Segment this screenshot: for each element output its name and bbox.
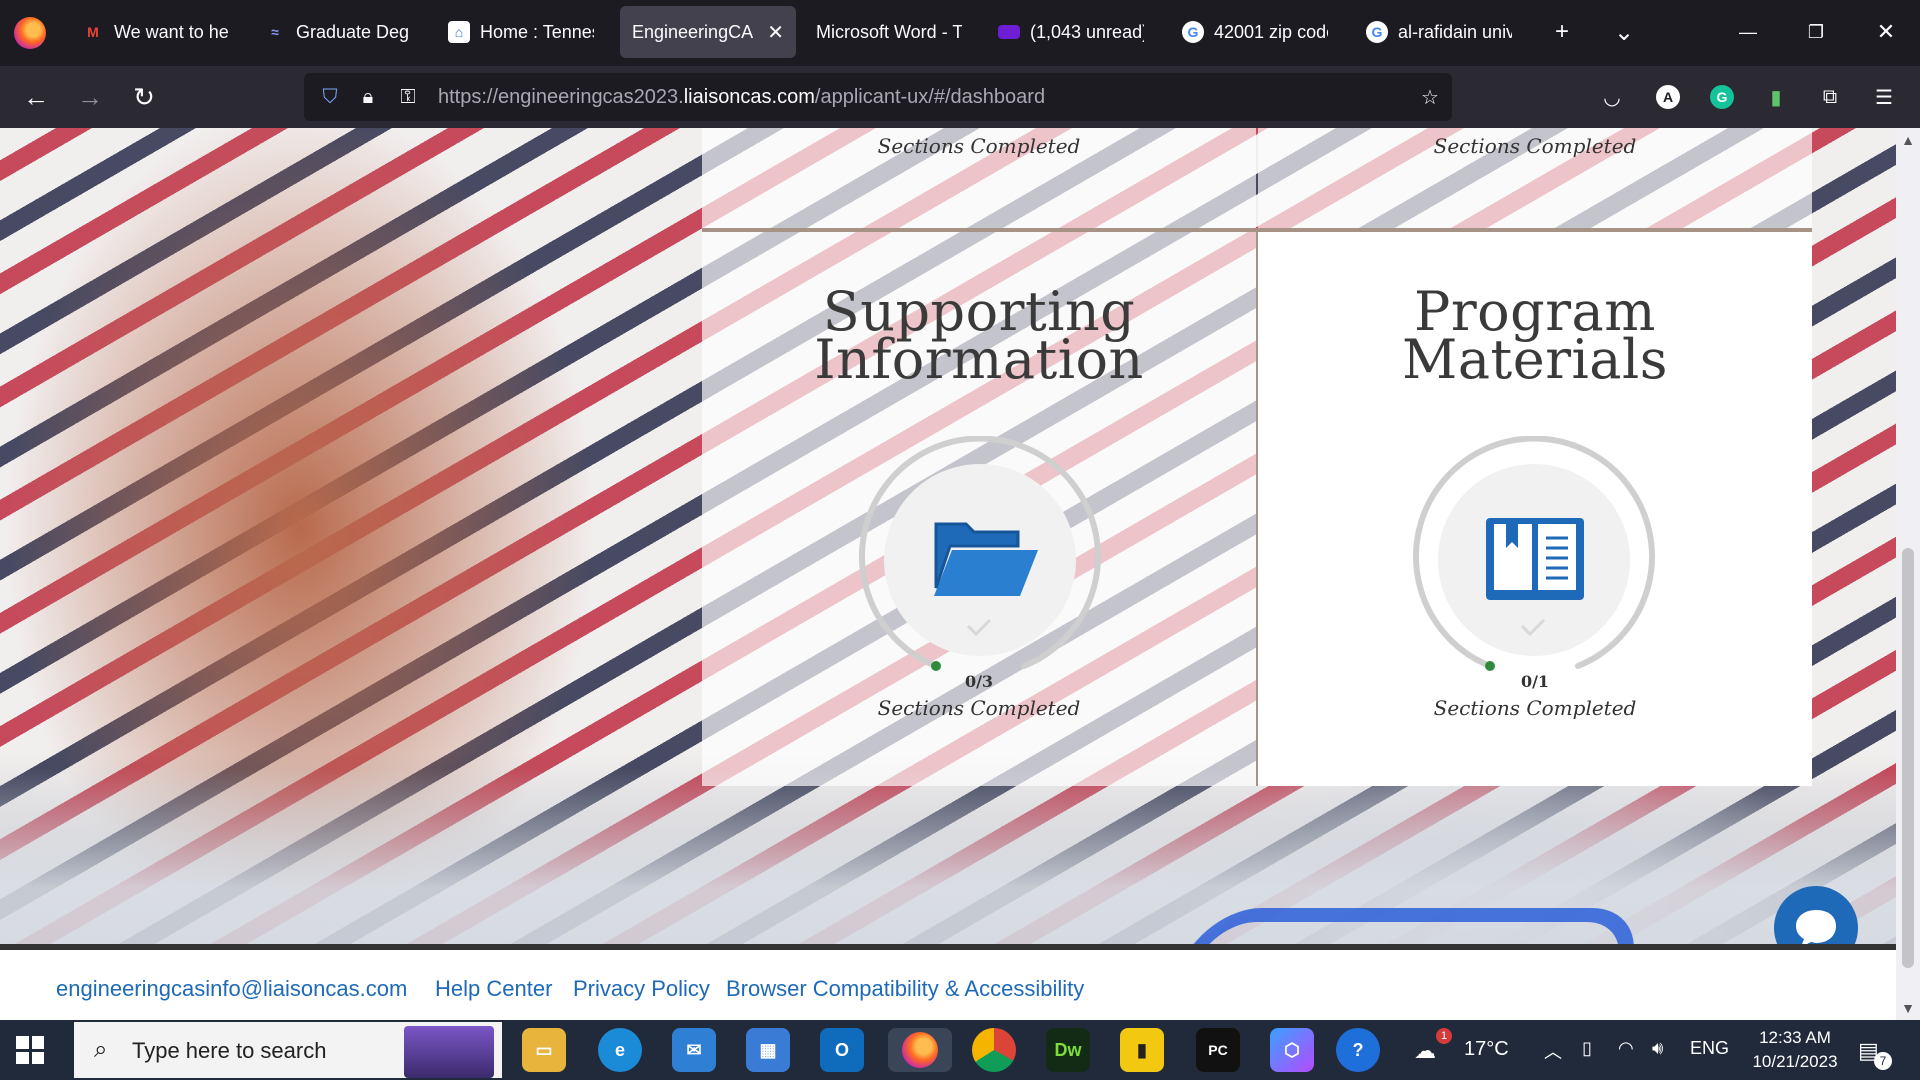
edge-icon[interactable]: e: [598, 1028, 642, 1072]
pocket-icon[interactable]: ◡: [1600, 85, 1624, 109]
progress-dot: [1485, 661, 1495, 671]
tab-gmail[interactable]: M We want to he: [70, 6, 240, 58]
chrome-icon[interactable]: [972, 1028, 1016, 1072]
google-icon: G: [1182, 21, 1204, 43]
card-title: Supporting Information: [814, 280, 1144, 391]
power-bi-icon[interactable]: ▮: [1120, 1028, 1164, 1072]
taskbar-clock[interactable]: 12:33 AM 10/21/2023: [1740, 1026, 1850, 1074]
yahoo-mail-icon: [998, 25, 1020, 39]
new-tab-icon[interactable]: +: [1544, 14, 1580, 50]
weather-temperature[interactable]: 17°C: [1464, 1038, 1509, 1061]
file-explorer-icon[interactable]: ▭: [522, 1028, 566, 1072]
restore-icon[interactable]: ❐: [1798, 14, 1834, 50]
windows-taskbar: ⌕ Type here to search ▭ e ✉ ▦ O Dw ▮ PC …: [0, 1020, 1920, 1080]
top-card-right[interactable]: Sections Completed: [1258, 128, 1812, 228]
tab-list-chevron-icon[interactable]: ⌄: [1606, 14, 1642, 50]
scroll-down-arrow-icon[interactable]: ▼: [1896, 996, 1920, 1020]
help-center-link[interactable]: Help Center: [435, 976, 552, 1002]
minimize-icon[interactable]: —: [1730, 14, 1766, 50]
language-indicator[interactable]: ENG: [1690, 1038, 1729, 1059]
google-icon: G: [1366, 21, 1388, 43]
scroll-up-arrow-icon[interactable]: ▲: [1896, 128, 1920, 152]
search-icon: ⌕: [94, 1036, 108, 1063]
browser-compatibility-link[interactable]: Browser Compatibility & Accessibility: [726, 976, 1084, 1002]
tab-engineeringcas[interactable]: EngineeringCAS ✕: [620, 6, 796, 58]
chat-bubble-icon: [1796, 910, 1836, 947]
page-viewport: Sections Completed Sections Completed Su…: [0, 128, 1896, 1020]
volume-icon[interactable]: 🔊︎: [1652, 1038, 1663, 1059]
top-card-left[interactable]: Sections Completed: [702, 128, 1256, 228]
shield-icon[interactable]: ⛉: [318, 85, 342, 109]
extensions-puzzle-icon[interactable]: ⧉: [1818, 85, 1842, 109]
forward-arrow-icon[interactable]: →: [72, 79, 108, 115]
url-text[interactable]: https://engineeringcas2023.liaisoncas.co…: [438, 86, 1045, 109]
wifi-icon[interactable]: ◠: [1618, 1038, 1634, 1059]
gmail-icon: M: [87, 24, 99, 40]
app-hexagon-icon[interactable]: ⬡: [1270, 1028, 1314, 1072]
browser-tab-bar: M We want to he ≈ Graduate Degr ⌂ Home :…: [0, 0, 1920, 66]
university-icon: ≈: [271, 24, 279, 40]
scroll-thumb[interactable]: [1902, 548, 1914, 968]
tab-home-tennessee[interactable]: ⌂ Home : Tennes: [436, 6, 606, 58]
supporting-information-card[interactable]: Supporting Information 0/3 Sections Comp…: [702, 232, 1256, 786]
progress-dot: [931, 661, 941, 671]
sections-count: 0/3: [964, 672, 994, 691]
menu-hamburger-icon[interactable]: ☰: [1872, 85, 1896, 109]
tab-graduate-degree[interactable]: ≈ Graduate Degr: [252, 6, 422, 58]
support-email-link[interactable]: engineeringcasinfo@liaisoncas.com: [56, 976, 407, 1002]
house-icon: ⌂: [448, 21, 470, 43]
help-icon[interactable]: ?: [1336, 1028, 1380, 1072]
firefox-icon[interactable]: [14, 17, 46, 49]
sections-count: 0/1: [1520, 672, 1550, 691]
sections-completed-label: Sections Completed: [1433, 134, 1637, 158]
tab-zip-code[interactable]: G 42001 zip code: [1170, 6, 1340, 58]
page-footer: engineeringcasinfo@liaisoncas.com Help C…: [0, 944, 1896, 1020]
reload-icon[interactable]: ↻: [126, 79, 162, 115]
privacy-policy-link[interactable]: Privacy Policy: [573, 976, 710, 1002]
microsoft-store-icon[interactable]: ▦: [746, 1028, 790, 1072]
lock-icon[interactable]: 🔒︎: [356, 85, 380, 109]
extension-download-icon[interactable]: ▮: [1764, 85, 1788, 109]
back-arrow-icon[interactable]: ←: [18, 79, 54, 115]
search-highlight-image: [404, 1026, 494, 1078]
bookmark-star-icon[interactable]: ☆: [1418, 85, 1442, 109]
page-scrollbar[interactable]: ▲ ▼: [1896, 128, 1920, 1020]
card-title: Program Materials: [1402, 280, 1668, 391]
show-hidden-icons-chevron-icon[interactable]: ︿: [1544, 1038, 1562, 1064]
tab-al-rafidain[interactable]: G al-rafidain univ: [1354, 6, 1524, 58]
firefox-taskbar-icon[interactable]: [888, 1028, 952, 1072]
tab-microsoft-word[interactable]: Microsoft Word - T: [804, 6, 974, 58]
weather-icon[interactable]: ☁: [1414, 1038, 1436, 1064]
program-materials-card[interactable]: Program Materials 0/1 Sections Completed: [1258, 232, 1812, 786]
address-bar[interactable]: ⛉ 🔒︎ ⚿ https://engineeringcas2023.liaiso…: [304, 73, 1452, 121]
tab-yahoo-mail[interactable]: (1,043 unread): [986, 6, 1156, 58]
close-tab-icon[interactable]: ✕: [767, 20, 784, 45]
windows-start-icon[interactable]: [16, 1036, 44, 1064]
browser-nav-bar: ← → ↻ ⛉ 🔒︎ ⚿ https://engineeringcas2023.…: [0, 66, 1920, 128]
sections-completed-label: Sections Completed: [877, 134, 1081, 158]
grammarly-icon[interactable]: G: [1710, 85, 1734, 109]
sections-completed-label: Sections Completed: [877, 696, 1081, 720]
mail-icon[interactable]: ✉: [672, 1028, 716, 1072]
dreamweaver-icon[interactable]: Dw: [1046, 1028, 1090, 1072]
device-icon[interactable]: ▯: [1582, 1038, 1592, 1059]
pycharm-icon[interactable]: PC: [1196, 1028, 1240, 1072]
key-icon[interactable]: ⚿: [396, 85, 420, 109]
weather-badge: 1: [1436, 1028, 1452, 1044]
taskbar-search-input[interactable]: ⌕ Type here to search: [74, 1022, 502, 1078]
outlook-icon[interactable]: O: [820, 1028, 864, 1072]
book-icon: [1486, 518, 1584, 600]
profile-avatar[interactable]: A: [1656, 85, 1680, 109]
close-window-icon[interactable]: ✕: [1868, 14, 1904, 50]
notification-count-badge: 7: [1874, 1052, 1892, 1070]
sections-completed-label: Sections Completed: [1433, 696, 1637, 720]
folder-icon: [934, 522, 1038, 596]
